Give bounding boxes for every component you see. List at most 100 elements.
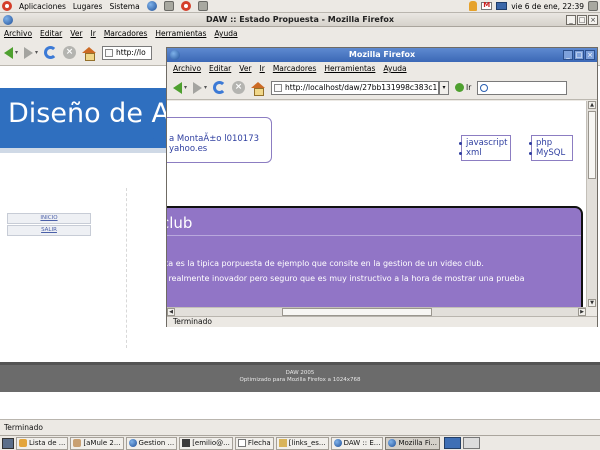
menu-lugares[interactable]: Lugares bbox=[73, 2, 103, 11]
taskbar-item-label: Gestion ... bbox=[138, 438, 175, 447]
page-favicon-icon bbox=[274, 83, 283, 92]
maximize-button[interactable]: □ bbox=[577, 15, 587, 25]
popup-menubar: Archivo Editar Ver Ir Marcadores Herrami… bbox=[167, 62, 597, 75]
panel-clock[interactable]: vie 6 de ene, 22:39 bbox=[511, 2, 584, 11]
go-label: Ir bbox=[466, 83, 472, 92]
vertical-scroll-thumb[interactable] bbox=[588, 111, 596, 179]
gnome-foot-icon[interactable] bbox=[2, 1, 12, 11]
menu-archivo[interactable]: Archivo bbox=[173, 64, 201, 73]
firefox-launcher-icon[interactable] bbox=[146, 1, 157, 11]
outer-status-bar: Terminado bbox=[0, 419, 600, 435]
menu-ver[interactable]: Ver bbox=[70, 29, 82, 38]
dog-icon bbox=[19, 439, 27, 447]
scroll-down-icon[interactable]: ▼ bbox=[588, 299, 596, 307]
menu-ver[interactable]: Ver bbox=[239, 64, 251, 73]
back-arrow-icon[interactable] bbox=[173, 81, 182, 94]
menu-editar[interactable]: Editar bbox=[40, 29, 62, 38]
menu-herramientas[interactable]: Herramientas bbox=[155, 29, 206, 38]
stop-icon[interactable]: × bbox=[232, 81, 246, 94]
menu-editar[interactable]: Editar bbox=[209, 64, 231, 73]
mail-icon[interactable] bbox=[481, 1, 493, 10]
taskbar-item-amule[interactable]: [aMule 2... bbox=[70, 436, 124, 450]
taskbar-item-label: [links_es... bbox=[288, 438, 326, 447]
taskbar-item-flecha[interactable]: Flecha bbox=[234, 436, 274, 450]
back-dropdown-icon[interactable]: ▾ bbox=[15, 49, 18, 56]
url-history-dropdown[interactable]: ▾ bbox=[439, 80, 450, 95]
minimize-button[interactable]: _ bbox=[566, 15, 576, 25]
forward-dropdown-icon[interactable]: ▾ bbox=[204, 84, 207, 91]
network-icon[interactable] bbox=[496, 2, 508, 10]
launcher-icon[interactable] bbox=[163, 1, 174, 11]
taskbar-item-label: [aMule 2... bbox=[83, 438, 121, 447]
outer-url-text[interactable]: http://lo bbox=[116, 48, 146, 57]
home-icon[interactable] bbox=[82, 46, 97, 61]
taskbar-item-daw[interactable]: DAW :: E... bbox=[330, 436, 384, 450]
scroll-right-icon[interactable]: ▶ bbox=[578, 308, 586, 316]
go-button[interactable]: Ir bbox=[455, 83, 471, 92]
menu-aplicaciones[interactable]: Aplicaciones bbox=[19, 2, 66, 11]
club-panel: club sta es la tipica porpuesta de ejemp… bbox=[167, 206, 583, 307]
forward-arrow-icon[interactable] bbox=[193, 81, 203, 94]
menu-ir[interactable]: Ir bbox=[260, 64, 265, 73]
contact-line-1[interactable]: a MontaÃ±o l010173 bbox=[169, 134, 271, 144]
menu-ayuda[interactable]: Ayuda bbox=[214, 29, 237, 38]
firefox-icon bbox=[388, 439, 397, 447]
taskbar-item-mozilla[interactable]: Mozilla Fi... bbox=[385, 436, 440, 450]
search-engine-icon[interactable] bbox=[480, 83, 489, 92]
menu-herramientas[interactable]: Herramientas bbox=[324, 64, 375, 73]
tag-mysql: MySQL bbox=[529, 148, 569, 158]
close-button[interactable]: × bbox=[588, 15, 598, 25]
back-arrow-icon[interactable] bbox=[4, 46, 13, 59]
horizontal-scroll-thumb[interactable] bbox=[282, 308, 432, 316]
reload-icon[interactable] bbox=[44, 46, 58, 59]
taskbar-item-gestion[interactable]: Gestion ... bbox=[125, 436, 178, 450]
forward-arrow-icon[interactable] bbox=[24, 46, 34, 59]
taskbar-item-lista[interactable]: Lista de ... bbox=[16, 436, 69, 450]
menu-archivo[interactable]: Archivo bbox=[4, 29, 32, 38]
volume-icon[interactable] bbox=[588, 1, 598, 11]
outer-window-titlebar[interactable]: DAW :: Estado Propuesta - Mozilla Firefo… bbox=[0, 13, 600, 27]
help-launcher-icon[interactable] bbox=[180, 1, 191, 11]
panel-menus: Aplicaciones Lugares Sistema bbox=[2, 1, 208, 11]
popup-url-text[interactable]: http://localhost/daw/27bb131998c383c1 bbox=[285, 83, 437, 92]
taskbar-item-label: [emilio@... bbox=[192, 438, 230, 447]
site-title: Diseño de A bbox=[8, 98, 170, 129]
stop-icon[interactable]: × bbox=[63, 46, 77, 59]
menu-sistema[interactable]: Sistema bbox=[109, 2, 139, 11]
club-title: club bbox=[167, 214, 193, 232]
nav-salir-link[interactable]: SALIR bbox=[7, 225, 91, 236]
back-dropdown-icon[interactable]: ▾ bbox=[184, 84, 187, 91]
user-icon[interactable] bbox=[469, 1, 478, 11]
menu-marcadores[interactable]: Marcadores bbox=[104, 29, 148, 38]
workspace-1-pager[interactable] bbox=[443, 437, 461, 449]
tag-list-a: javascript xml bbox=[459, 135, 511, 161]
minimize-button[interactable]: _ bbox=[563, 50, 573, 60]
outer-window-buttons: _ □ × bbox=[566, 15, 598, 25]
horizontal-scrollbar[interactable]: ◀ ▶ bbox=[167, 307, 586, 316]
vertical-scrollbar[interactable]: ▲ ▼ bbox=[586, 101, 597, 307]
close-button[interactable]: × bbox=[585, 50, 595, 60]
scroll-up-icon[interactable]: ▲ bbox=[588, 101, 596, 109]
reload-icon[interactable] bbox=[213, 81, 227, 94]
terminal-launcher-icon[interactable] bbox=[197, 1, 208, 11]
menu-ayuda[interactable]: Ayuda bbox=[383, 64, 406, 73]
contact-line-2[interactable]: yahoo.es bbox=[169, 144, 271, 154]
popup-titlebar[interactable]: Mozilla Firefox _ □ × bbox=[167, 48, 597, 62]
menu-marcadores[interactable]: Marcadores bbox=[273, 64, 317, 73]
popup-window: Mozilla Firefox _ □ × Archivo Editar Ver… bbox=[166, 47, 598, 327]
maximize-button[interactable]: □ bbox=[574, 50, 584, 60]
taskbar-item-terminal[interactable]: [emilio@... bbox=[179, 436, 233, 450]
scroll-left-icon[interactable]: ◀ bbox=[167, 308, 175, 316]
outer-address-bar[interactable]: http://lo bbox=[102, 45, 153, 60]
forward-dropdown-icon[interactable]: ▾ bbox=[35, 49, 38, 56]
workspace-2-pager[interactable] bbox=[462, 437, 480, 449]
show-desktop-icon[interactable] bbox=[2, 437, 14, 449]
popup-address-bar[interactable]: http://localhost/daw/27bb131998c383c1 bbox=[271, 80, 440, 95]
menu-ir[interactable]: Ir bbox=[91, 29, 96, 38]
search-input[interactable] bbox=[477, 80, 568, 95]
home-icon[interactable] bbox=[251, 81, 266, 96]
outer-window-title: DAW :: Estado Propuesta - Mozilla Firefo… bbox=[206, 15, 394, 24]
nav-inicio-link[interactable]: INICIO bbox=[7, 213, 91, 224]
page-favicon-icon bbox=[105, 48, 114, 57]
taskbar-item-links[interactable]: [links_es... bbox=[275, 436, 329, 450]
